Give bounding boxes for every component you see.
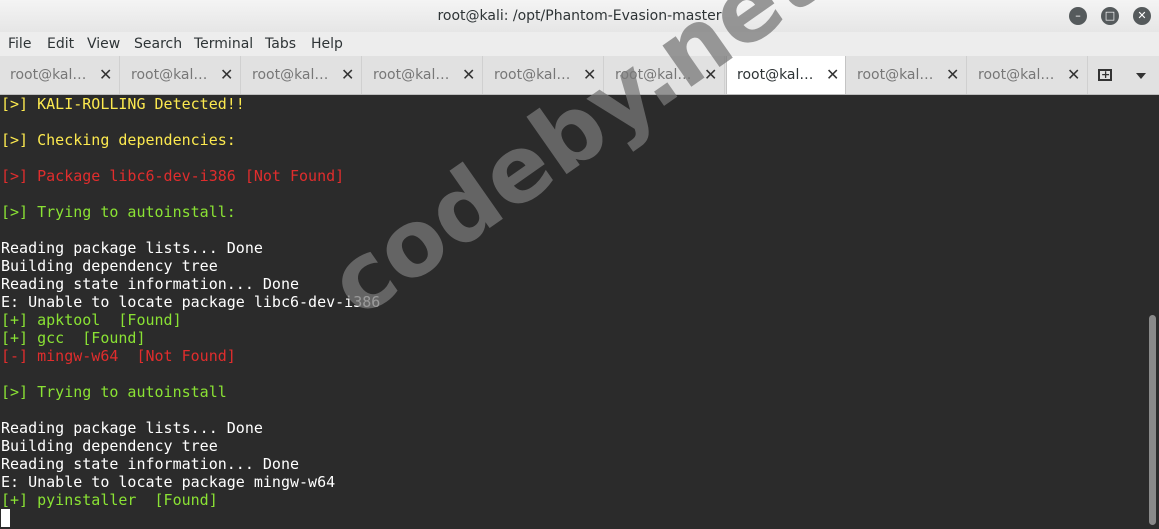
tab-4[interactable]: root@kal… ✕ [363, 56, 483, 94]
minimize-icon[interactable]: – [1069, 7, 1087, 25]
window-title: root@kali: /opt/Phantom-Evasion-master [437, 8, 722, 24]
terminal-line: E: Unable to locate package mingw-w64 [1, 473, 336, 491]
tab-close-icon[interactable]: ✕ [341, 56, 354, 94]
terminal-line: Reading package lists... Done [1, 239, 263, 257]
tabs-menu-chevron-down-icon[interactable] [1136, 73, 1146, 79]
tab-1[interactable]: root@kal… ✕ [0, 56, 120, 94]
menu-view[interactable]: View [87, 32, 120, 56]
tab-close-icon[interactable]: ✕ [220, 56, 233, 94]
terminal-line: Building dependency tree [1, 257, 218, 275]
menu-file[interactable]: File [8, 32, 31, 56]
terminal-line: [>] Trying to autoinstall [1, 383, 227, 401]
terminal-line: [-] mingw-w64 [Not Found] [1, 347, 236, 365]
title-bar: root@kali: /opt/Phantom-Evasion-master –… [0, 0, 1159, 32]
terminal-line: Reading state information... Done [1, 455, 300, 473]
terminal-line: [>] Trying to autoinstall: [1, 203, 236, 221]
tab-close-icon[interactable]: ✕ [826, 56, 839, 94]
terminal-line: [>] Checking dependencies: [1, 131, 236, 149]
terminal-cursor [1, 509, 10, 527]
new-tab-glyph: + [1101, 68, 1111, 81]
terminal-line: Reading package lists... Done [1, 419, 263, 437]
tab-label: root@kal… [131, 67, 208, 83]
terminal-line: Building dependency tree [1, 437, 218, 455]
terminal-line: E: Unable to locate package libc6-dev-i3… [1, 293, 381, 311]
tab-2[interactable]: root@kal… ✕ [121, 56, 241, 94]
tab-label: root@kal… [857, 67, 934, 83]
terminal-line: [+] apktool [Found] [1, 311, 182, 329]
new-tab-icon[interactable]: + [1098, 69, 1112, 81]
terminal-line: [>] Package libc6-dev-i386 [Not Found] [1, 167, 345, 185]
menu-help[interactable]: Help [311, 32, 343, 56]
tab-close-icon[interactable]: ✕ [99, 56, 112, 94]
tab-8[interactable]: root@kal… ✕ [847, 56, 967, 94]
terminal-line: [+] gcc [Found] [1, 329, 146, 347]
menu-terminal[interactable]: Terminal [194, 32, 253, 56]
tab-label: root@kal… [10, 67, 87, 83]
tab-close-icon[interactable]: ✕ [462, 56, 475, 94]
tab-close-icon[interactable]: ✕ [1067, 56, 1080, 94]
close-window-icon[interactable]: ✕ [1133, 7, 1151, 25]
terminal-line: Reading state information... Done [1, 275, 300, 293]
terminal-scrollbar[interactable] [1145, 95, 1159, 529]
maximize-icon[interactable]: □ [1101, 7, 1119, 25]
tab-close-icon[interactable]: ✕ [946, 56, 959, 94]
tab-3[interactable]: root@kal… ✕ [242, 56, 362, 94]
terminal-line: [+] pyinstaller [Found] [1, 491, 218, 509]
tab-9[interactable]: root@kal… ✕ [968, 56, 1088, 94]
tab-label: root@kal… [373, 67, 450, 83]
menu-search[interactable]: Search [134, 32, 182, 56]
scrollbar-thumb[interactable] [1149, 315, 1156, 525]
menu-bar: File Edit View Search Terminal Tabs Help [0, 32, 1159, 56]
menu-edit[interactable]: Edit [47, 32, 74, 56]
tab-label: root@kal… [978, 67, 1055, 83]
tab-label: root@kal… [252, 67, 329, 83]
terminal-line: [>] KALI-ROLLING Detected!! [1, 95, 245, 113]
menu-tabs[interactable]: Tabs [265, 32, 296, 56]
